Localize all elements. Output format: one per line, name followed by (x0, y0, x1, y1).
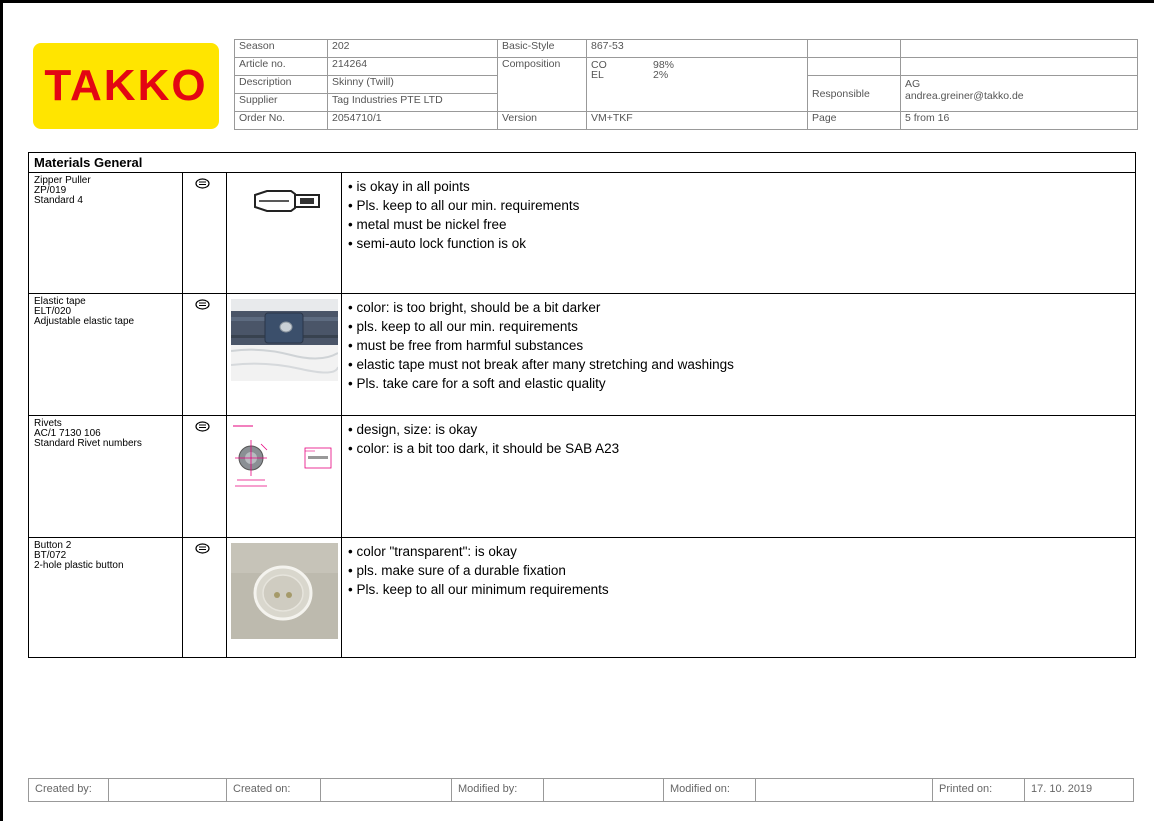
created-on-value (321, 779, 452, 801)
material-desc: Adjustable elastic tape (34, 316, 135, 327)
description-label: Description (234, 75, 328, 94)
logo-text: TAKKO (44, 61, 208, 110)
responsible-initials: AG (905, 78, 921, 90)
elastic-tape-photo (231, 299, 338, 381)
version-value: VM+TKF (586, 111, 808, 130)
page-border-left (0, 0, 3, 821)
rating-cell (183, 416, 227, 537)
material-name-cell: Zipper Puller ZP/019 Standard 4 (29, 173, 183, 293)
rating-cell (183, 294, 227, 415)
modified-on-value (756, 779, 933, 801)
note-item: pls. keep to all our min. requirements (348, 317, 1129, 336)
season-label: Season (234, 39, 328, 58)
description-value: Skinny (Twill) (327, 75, 498, 94)
material-desc: Standard 4 (34, 195, 83, 206)
modified-on-label: Modified on: (664, 779, 756, 801)
empty-cell (807, 39, 901, 58)
supplier-label: Supplier (234, 93, 328, 112)
note-item: color: is a bit too dark, it should be S… (348, 439, 1129, 458)
order-value: 2054710/1 (327, 111, 498, 130)
note-item: elastic tape must not break after many s… (348, 355, 1129, 374)
created-on-label: Created on: (227, 779, 321, 801)
material-notes: is okay in all points Pls. keep to all o… (342, 173, 1135, 293)
empty-cell (807, 57, 901, 76)
responsible-email: andrea.greiner@takko.de (905, 90, 1024, 102)
comp2-fiber: EL (591, 69, 604, 81)
rating-cell (183, 538, 227, 658)
rivet-drawing (231, 422, 338, 492)
note-item: metal must be nickel free (348, 215, 1129, 234)
material-notes: color: is too bright, should be a bit da… (342, 294, 1135, 415)
material-name-cell: Elastic tape ELT/020 Adjustable elastic … (29, 294, 183, 415)
modified-by-value (544, 779, 664, 801)
order-label: Order No. (234, 111, 328, 130)
materials-table: Materials General Zipper Puller ZP/019 S… (28, 152, 1136, 658)
smiley-icon (195, 178, 210, 189)
smiley-icon (195, 543, 210, 554)
zipper-puller-image (254, 190, 320, 212)
note-item: semi-auto lock function is ok (348, 234, 1129, 253)
header-info-table: Season 202 Basic-Style 867-53 Article no… (234, 39, 1138, 130)
note-item: color: is too bright, should be a bit da… (348, 298, 1129, 317)
material-name-cell: Button 2 BT/072 2-hole plastic button (29, 538, 183, 658)
created-by-value (109, 779, 227, 801)
note-item: must be free from harmful substances (348, 336, 1129, 355)
empty-cell (900, 39, 1138, 58)
document-footer: Created by: Created on: Modified by: Mod… (28, 778, 1134, 802)
takko-logo: TAKKO (33, 43, 219, 129)
printed-on-label: Printed on: (933, 779, 1025, 801)
responsible-label: Responsible (807, 75, 901, 112)
composition-label: Composition (497, 57, 587, 112)
article-value: 214264 (327, 57, 498, 76)
page-label: Page (807, 111, 901, 130)
article-label: Article no. (234, 57, 328, 76)
material-desc: Standard Rivet numbers (34, 438, 142, 449)
material-row-elastic-tape: Elastic tape ELT/020 Adjustable elastic … (29, 294, 1135, 416)
comp2-pct: 2% (653, 69, 669, 81)
basic-style-label: Basic-Style (497, 39, 587, 58)
material-row-button-2: Button 2 BT/072 2-hole plastic button co… (29, 538, 1135, 658)
page-border-top (0, 0, 1154, 3)
smiley-icon (195, 299, 210, 310)
note-item: Pls. keep to all our minimum requirement… (348, 580, 1129, 599)
composition-value: CO 98% EL 2% (586, 57, 808, 112)
material-image-cell (227, 173, 342, 293)
note-item: pls. make sure of a durable fixation (348, 561, 1129, 580)
note-item: design, size: is okay (348, 420, 1129, 439)
material-desc: 2-hole plastic button (34, 560, 124, 571)
material-image-cell (227, 294, 342, 415)
note-item: Pls. keep to all our min. requirements (348, 196, 1129, 215)
material-image-cell (227, 416, 342, 537)
material-notes: color "transparent": is okay pls. make s… (342, 538, 1135, 658)
responsible-value: AG andrea.greiner@takko.de (900, 75, 1138, 112)
note-item: color "transparent": is okay (348, 542, 1129, 561)
material-row-zipper-puller: Zipper Puller ZP/019 Standard 4 is okay … (29, 173, 1135, 294)
materials-title: Materials General (29, 153, 1135, 173)
note-item: is okay in all points (348, 177, 1129, 196)
basic-style-value: 867-53 (586, 39, 808, 58)
rating-cell (183, 173, 227, 293)
modified-by-label: Modified by: (452, 779, 544, 801)
supplier-value: Tag Industries PTE LTD (327, 93, 498, 112)
season-value: 202 (327, 39, 498, 58)
created-by-label: Created by: (29, 779, 109, 801)
smiley-icon (195, 421, 210, 432)
empty-cell (900, 57, 1138, 76)
material-name-cell: Rivets AC/1 7130 106 Standard Rivet numb… (29, 416, 183, 537)
material-notes: design, size: is okay color: is a bit to… (342, 416, 1135, 537)
printed-on-value: 17. 10. 2019 (1031, 783, 1093, 795)
button-photo (231, 543, 338, 639)
page-value: 5 from 16 (900, 111, 1138, 130)
material-image-cell (227, 538, 342, 658)
material-row-rivets: Rivets AC/1 7130 106 Standard Rivet numb… (29, 416, 1135, 538)
note-item: Pls. take care for a soft and elastic qu… (348, 374, 1129, 393)
version-label: Version (497, 111, 587, 130)
